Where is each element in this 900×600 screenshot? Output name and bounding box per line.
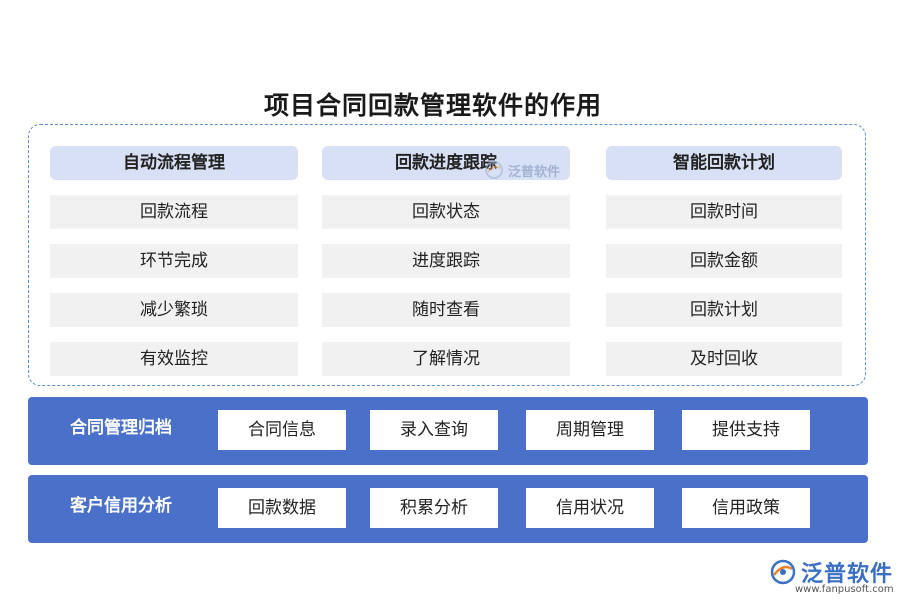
diagram-title: 项目合同回款管理软件的作用 — [263, 91, 602, 120]
band-label: 合同管理归档 — [70, 418, 172, 438]
band-item: 积累分析 — [370, 488, 498, 528]
column-item: 回款计划 — [606, 293, 842, 327]
column-progress-tracking: 回款进度跟踪 回款状态 进度跟踪 随时查看 了解情况 — [322, 146, 570, 376]
band-item: 录入查询 — [370, 410, 498, 450]
column-item: 回款时间 — [606, 195, 842, 229]
column-item: 减少繁琐 — [50, 293, 298, 327]
band-item: 合同信息 — [218, 410, 346, 450]
column-item: 回款金额 — [606, 244, 842, 278]
band-item: 回款数据 — [218, 488, 346, 528]
column-item: 有效监控 — [50, 342, 298, 376]
logo-swirl-icon — [485, 161, 503, 179]
column-auto-process: 自动流程管理 回款流程 环节完成 减少繁琐 有效监控 — [50, 146, 298, 376]
column-smart-plan: 智能回款计划 回款时间 回款金额 回款计划 及时回收 — [606, 146, 842, 376]
column-item: 回款流程 — [50, 195, 298, 229]
logo-swirl-icon — [770, 559, 796, 585]
band-item: 信用状况 — [526, 488, 654, 528]
column-header: 自动流程管理 — [50, 146, 298, 180]
band-item: 提供支持 — [682, 410, 810, 450]
column-item: 了解情况 — [322, 342, 570, 376]
column-header: 智能回款计划 — [606, 146, 842, 180]
column-item: 回款状态 — [322, 195, 570, 229]
column-item: 进度跟踪 — [322, 244, 570, 278]
column-item: 环节完成 — [50, 244, 298, 278]
band-item: 信用政策 — [682, 488, 810, 528]
logo-url: www.fanpusoft.com — [795, 584, 894, 595]
band-item: 周期管理 — [526, 410, 654, 450]
column-item: 随时查看 — [322, 293, 570, 327]
band-label: 客户信用分析 — [70, 496, 172, 516]
watermark: 泛普软件 — [484, 160, 560, 180]
band-contract-archive: 合同管理归档 合同信息 录入查询 周期管理 提供支持 — [28, 397, 868, 465]
column-item: 及时回收 — [606, 342, 842, 376]
watermark-text: 泛普软件 — [508, 164, 561, 180]
band-credit-analysis: 客户信用分析 回款数据 积累分析 信用状况 信用政策 — [28, 475, 868, 543]
